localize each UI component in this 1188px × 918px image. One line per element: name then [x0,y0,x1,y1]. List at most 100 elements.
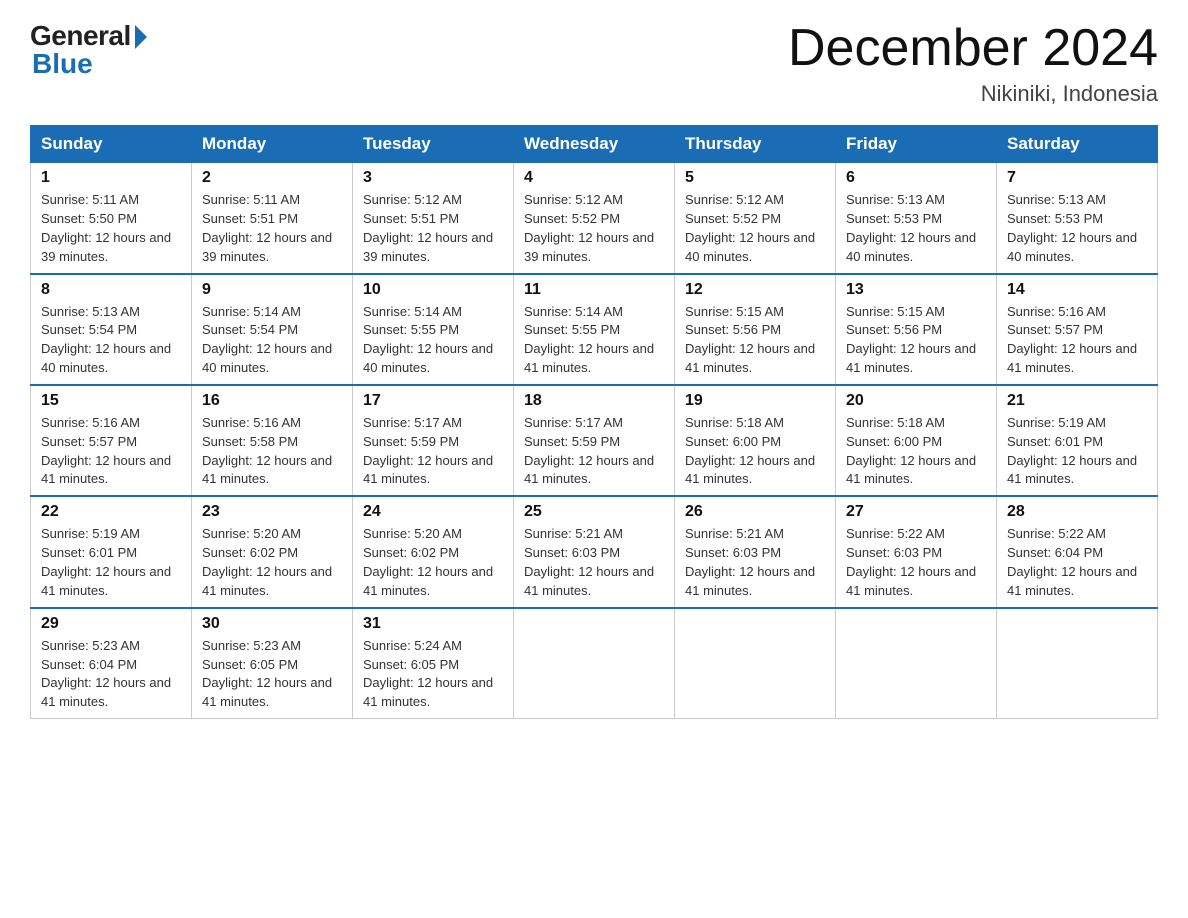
logo: General Blue [30,20,147,80]
calendar-cell: 30 Sunrise: 5:23 AMSunset: 6:05 PMDaylig… [192,608,353,719]
day-info: Sunrise: 5:19 AMSunset: 6:01 PMDaylight:… [41,526,171,598]
calendar-cell: 16 Sunrise: 5:16 AMSunset: 5:58 PMDaylig… [192,385,353,496]
weekday-header-thursday: Thursday [675,126,836,163]
day-info: Sunrise: 5:16 AMSunset: 5:58 PMDaylight:… [202,415,332,487]
calendar-week-row: 29 Sunrise: 5:23 AMSunset: 6:04 PMDaylig… [31,608,1158,719]
day-info: Sunrise: 5:12 AMSunset: 5:52 PMDaylight:… [685,192,815,264]
day-number: 24 [363,503,503,521]
calendar-cell [836,608,997,719]
calendar-cell: 22 Sunrise: 5:19 AMSunset: 6:01 PMDaylig… [31,496,192,607]
calendar-cell: 26 Sunrise: 5:21 AMSunset: 6:03 PMDaylig… [675,496,836,607]
day-info: Sunrise: 5:11 AMSunset: 5:50 PMDaylight:… [41,192,171,264]
day-info: Sunrise: 5:17 AMSunset: 5:59 PMDaylight:… [524,415,654,487]
page-header: General Blue December 2024 Nikiniki, Ind… [30,20,1158,107]
calendar-cell: 4 Sunrise: 5:12 AMSunset: 5:52 PMDayligh… [514,163,675,274]
weekday-header-wednesday: Wednesday [514,126,675,163]
weekday-header-tuesday: Tuesday [353,126,514,163]
day-info: Sunrise: 5:14 AMSunset: 5:54 PMDaylight:… [202,304,332,376]
calendar-cell: 31 Sunrise: 5:24 AMSunset: 6:05 PMDaylig… [353,608,514,719]
weekday-header-friday: Friday [836,126,997,163]
day-info: Sunrise: 5:12 AMSunset: 5:51 PMDaylight:… [363,192,493,264]
calendar-cell: 1 Sunrise: 5:11 AMSunset: 5:50 PMDayligh… [31,163,192,274]
calendar-cell: 29 Sunrise: 5:23 AMSunset: 6:04 PMDaylig… [31,608,192,719]
day-number: 4 [524,169,664,187]
day-number: 18 [524,392,664,410]
day-number: 14 [1007,281,1147,299]
day-number: 27 [846,503,986,521]
day-info: Sunrise: 5:19 AMSunset: 6:01 PMDaylight:… [1007,415,1137,487]
day-number: 17 [363,392,503,410]
day-number: 6 [846,169,986,187]
day-number: 5 [685,169,825,187]
calendar-cell [514,608,675,719]
day-info: Sunrise: 5:20 AMSunset: 6:02 PMDaylight:… [363,526,493,598]
day-info: Sunrise: 5:13 AMSunset: 5:53 PMDaylight:… [1007,192,1137,264]
calendar-cell: 20 Sunrise: 5:18 AMSunset: 6:00 PMDaylig… [836,385,997,496]
day-info: Sunrise: 5:14 AMSunset: 5:55 PMDaylight:… [524,304,654,376]
day-info: Sunrise: 5:22 AMSunset: 6:03 PMDaylight:… [846,526,976,598]
calendar-week-row: 15 Sunrise: 5:16 AMSunset: 5:57 PMDaylig… [31,385,1158,496]
location-label: Nikiniki, Indonesia [788,81,1158,107]
calendar-cell: 5 Sunrise: 5:12 AMSunset: 5:52 PMDayligh… [675,163,836,274]
calendar-cell: 28 Sunrise: 5:22 AMSunset: 6:04 PMDaylig… [997,496,1158,607]
day-number: 15 [41,392,181,410]
day-info: Sunrise: 5:23 AMSunset: 6:05 PMDaylight:… [202,638,332,710]
calendar-cell: 17 Sunrise: 5:17 AMSunset: 5:59 PMDaylig… [353,385,514,496]
day-number: 30 [202,615,342,633]
day-info: Sunrise: 5:22 AMSunset: 6:04 PMDaylight:… [1007,526,1137,598]
day-info: Sunrise: 5:23 AMSunset: 6:04 PMDaylight:… [41,638,171,710]
day-number: 26 [685,503,825,521]
day-number: 19 [685,392,825,410]
day-info: Sunrise: 5:11 AMSunset: 5:51 PMDaylight:… [202,192,332,264]
day-info: Sunrise: 5:21 AMSunset: 6:03 PMDaylight:… [685,526,815,598]
calendar-cell: 7 Sunrise: 5:13 AMSunset: 5:53 PMDayligh… [997,163,1158,274]
calendar-cell: 12 Sunrise: 5:15 AMSunset: 5:56 PMDaylig… [675,274,836,385]
day-number: 16 [202,392,342,410]
day-info: Sunrise: 5:24 AMSunset: 6:05 PMDaylight:… [363,638,493,710]
day-number: 20 [846,392,986,410]
weekday-header-sunday: Sunday [31,126,192,163]
calendar-header-row: SundayMondayTuesdayWednesdayThursdayFrid… [31,126,1158,163]
day-info: Sunrise: 5:15 AMSunset: 5:56 PMDaylight:… [685,304,815,376]
calendar-week-row: 1 Sunrise: 5:11 AMSunset: 5:50 PMDayligh… [31,163,1158,274]
day-info: Sunrise: 5:16 AMSunset: 5:57 PMDaylight:… [1007,304,1137,376]
calendar-cell: 27 Sunrise: 5:22 AMSunset: 6:03 PMDaylig… [836,496,997,607]
day-info: Sunrise: 5:20 AMSunset: 6:02 PMDaylight:… [202,526,332,598]
calendar-cell: 10 Sunrise: 5:14 AMSunset: 5:55 PMDaylig… [353,274,514,385]
day-info: Sunrise: 5:15 AMSunset: 5:56 PMDaylight:… [846,304,976,376]
day-number: 21 [1007,392,1147,410]
day-number: 31 [363,615,503,633]
calendar-cell: 9 Sunrise: 5:14 AMSunset: 5:54 PMDayligh… [192,274,353,385]
title-area: December 2024 Nikiniki, Indonesia [788,20,1158,107]
day-number: 2 [202,169,342,187]
weekday-header-monday: Monday [192,126,353,163]
day-number: 1 [41,169,181,187]
day-number: 9 [202,281,342,299]
day-number: 3 [363,169,503,187]
day-info: Sunrise: 5:13 AMSunset: 5:54 PMDaylight:… [41,304,171,376]
day-number: 23 [202,503,342,521]
day-number: 29 [41,615,181,633]
calendar-week-row: 8 Sunrise: 5:13 AMSunset: 5:54 PMDayligh… [31,274,1158,385]
calendar-cell [997,608,1158,719]
calendar-cell: 25 Sunrise: 5:21 AMSunset: 6:03 PMDaylig… [514,496,675,607]
calendar-cell: 3 Sunrise: 5:12 AMSunset: 5:51 PMDayligh… [353,163,514,274]
calendar-cell: 6 Sunrise: 5:13 AMSunset: 5:53 PMDayligh… [836,163,997,274]
day-number: 11 [524,281,664,299]
day-info: Sunrise: 5:18 AMSunset: 6:00 PMDaylight:… [685,415,815,487]
day-number: 8 [41,281,181,299]
day-number: 13 [846,281,986,299]
day-info: Sunrise: 5:21 AMSunset: 6:03 PMDaylight:… [524,526,654,598]
day-info: Sunrise: 5:18 AMSunset: 6:00 PMDaylight:… [846,415,976,487]
calendar-cell: 23 Sunrise: 5:20 AMSunset: 6:02 PMDaylig… [192,496,353,607]
calendar-cell: 24 Sunrise: 5:20 AMSunset: 6:02 PMDaylig… [353,496,514,607]
day-number: 22 [41,503,181,521]
day-number: 7 [1007,169,1147,187]
calendar-cell: 21 Sunrise: 5:19 AMSunset: 6:01 PMDaylig… [997,385,1158,496]
calendar-table: SundayMondayTuesdayWednesdayThursdayFrid… [30,125,1158,719]
calendar-cell: 19 Sunrise: 5:18 AMSunset: 6:00 PMDaylig… [675,385,836,496]
calendar-week-row: 22 Sunrise: 5:19 AMSunset: 6:01 PMDaylig… [31,496,1158,607]
day-number: 12 [685,281,825,299]
calendar-cell: 2 Sunrise: 5:11 AMSunset: 5:51 PMDayligh… [192,163,353,274]
calendar-cell: 18 Sunrise: 5:17 AMSunset: 5:59 PMDaylig… [514,385,675,496]
